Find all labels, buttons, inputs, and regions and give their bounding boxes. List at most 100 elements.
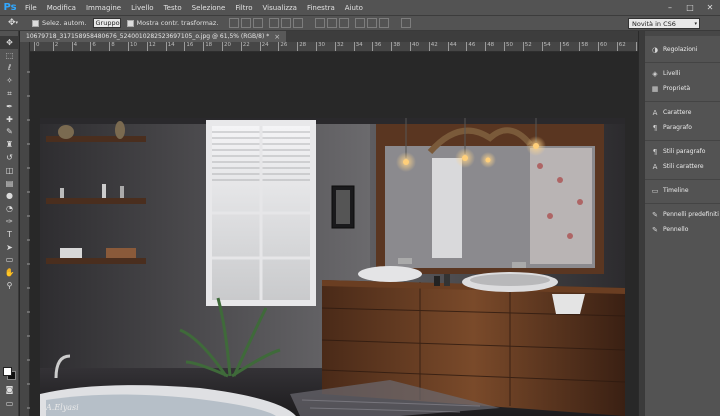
menu-aiuto[interactable]: Aiuto bbox=[340, 4, 368, 12]
paragraph-styles-icon: ¶ bbox=[652, 147, 658, 156]
ruler-label: 8 bbox=[111, 42, 115, 48]
dodge-tool-icon[interactable]: ◔ bbox=[0, 202, 19, 215]
ruler-tick bbox=[428, 42, 430, 51]
close-tab-icon[interactable]: × bbox=[274, 33, 280, 41]
menu-selezione[interactable]: Selezione bbox=[187, 4, 231, 12]
brush-tool-icon[interactable]: ✎ bbox=[0, 126, 19, 139]
lasso-tool-icon[interactable]: ℓ bbox=[0, 62, 19, 75]
ruler-label: 6 bbox=[92, 42, 96, 48]
ruler-label: 34 bbox=[355, 42, 363, 48]
align-top-button[interactable] bbox=[229, 18, 240, 28]
ruler-label: 32 bbox=[336, 42, 344, 48]
marquee-tool-icon[interactable]: ⬚ bbox=[0, 49, 19, 62]
workspace-value: Novità in CS6 bbox=[632, 19, 676, 28]
path-select-tool-icon[interactable]: ➤ bbox=[0, 241, 19, 254]
transform-controls-checkbox[interactable] bbox=[126, 19, 134, 27]
document-image[interactable]: A.Elyasi bbox=[40, 118, 625, 416]
timeline-icon: ▭ bbox=[651, 186, 659, 195]
menu-immagine[interactable]: Immagine bbox=[81, 4, 126, 12]
ruler-label: 2 bbox=[54, 42, 59, 48]
panel-label: Carattere bbox=[663, 109, 692, 116]
panel-paragraph-styles[interactable]: ¶ Stili paragrafo bbox=[645, 144, 720, 159]
pen-tool-icon[interactable]: ✑ bbox=[0, 215, 19, 228]
ruler-label: 24 bbox=[261, 42, 269, 48]
minimize-button[interactable]: – bbox=[660, 0, 680, 15]
move-tool-icon[interactable]: ✥ bbox=[0, 36, 19, 49]
menu-testo[interactable]: Testo bbox=[159, 4, 187, 12]
align-bottom-button[interactable] bbox=[253, 18, 264, 28]
chevron-down-icon: ▾ bbox=[694, 20, 697, 27]
properties-icon: ▦ bbox=[651, 84, 659, 93]
blur-tool-icon[interactable]: ● bbox=[0, 190, 19, 203]
brush-presets-icon: ✎ bbox=[652, 210, 658, 219]
panel-adjustments[interactable]: ◑ Regolazioni bbox=[645, 42, 720, 57]
align-hcenter-button[interactable] bbox=[281, 18, 292, 28]
close-button[interactable]: ✕ bbox=[700, 0, 720, 15]
align-left-button[interactable] bbox=[269, 18, 280, 28]
menu-file[interactable]: File bbox=[20, 4, 42, 12]
ruler-tick bbox=[184, 42, 186, 51]
auto-select-checkbox[interactable] bbox=[32, 19, 39, 27]
ruler-label: 20 bbox=[224, 42, 231, 48]
type-tool-icon[interactable]: T bbox=[0, 228, 19, 241]
panel-separator bbox=[645, 174, 720, 180]
panel-separator bbox=[645, 135, 720, 141]
ruler-label: 62 bbox=[618, 42, 626, 48]
history-brush-tool-icon[interactable]: ↺ bbox=[0, 151, 19, 164]
panel-brush-presets[interactable]: ✎ Pennelli predefiniti bbox=[645, 207, 720, 222]
menu-visualizza[interactable]: Visualizza bbox=[257, 4, 301, 12]
vertical-ruler[interactable] bbox=[20, 42, 30, 416]
panel-timeline[interactable]: ▭ Timeline bbox=[645, 183, 720, 198]
panel-properties[interactable]: ▦ Proprietà bbox=[645, 81, 720, 96]
workspace-dropdown[interactable]: Novità in CS6 ▾ bbox=[628, 18, 700, 29]
ruler-tick bbox=[297, 42, 299, 51]
panel-label: Pennello bbox=[663, 226, 689, 233]
distribute-left-button[interactable] bbox=[355, 18, 366, 28]
distribute-top-button[interactable] bbox=[315, 18, 326, 28]
align-right-button[interactable] bbox=[293, 18, 304, 28]
menu-filtro[interactable]: Filtro bbox=[230, 4, 257, 12]
auto-select-dropdown[interactable]: Gruppo bbox=[92, 18, 121, 28]
panel-brush[interactable]: ✎ Pennello bbox=[645, 222, 720, 237]
distribute-bottom-button[interactable] bbox=[339, 18, 350, 28]
ruler-label: 38 bbox=[393, 42, 401, 48]
distribute-hcenter-button[interactable] bbox=[367, 18, 378, 28]
foreground-color-swatch[interactable] bbox=[3, 367, 12, 376]
zoom-tool-icon[interactable]: ⚲ bbox=[0, 279, 19, 292]
distribute-right-button[interactable] bbox=[379, 18, 390, 28]
document-tab[interactable]: 10679718_317158958480676_524001028252369… bbox=[20, 31, 287, 42]
panel-character-styles[interactable]: A Stili carattere bbox=[645, 159, 720, 174]
quick-mask-icon[interactable]: ◙ bbox=[0, 383, 19, 396]
canvas-area[interactable]: A.Elyasi bbox=[31, 53, 638, 416]
crop-tool-icon[interactable]: ⌗ bbox=[0, 87, 19, 100]
horizontal-ruler[interactable]: 0 2 4 6 8 10 12 14 16 18 20 22 24 26 28 30 32 34 36 38 40 42 4… bbox=[30, 42, 638, 52]
panel-dock: ◑ Regolazioni ◈ Livelli ▦ Proprietà A Carattere… bbox=[644, 31, 720, 416]
ruler-tick bbox=[579, 42, 581, 51]
gradient-tool-icon[interactable]: ▤ bbox=[0, 177, 19, 190]
panel-label: Proprietà bbox=[663, 85, 691, 92]
hand-tool-icon[interactable]: ✋ bbox=[0, 266, 19, 279]
menu-modifica[interactable]: Modifica bbox=[42, 4, 81, 12]
eyedropper-tool-icon[interactable]: ✒ bbox=[0, 100, 19, 113]
panel-character[interactable]: A Carattere bbox=[645, 105, 720, 120]
move-tool-icon: ✥ bbox=[7, 18, 16, 28]
menu-livello[interactable]: Livello bbox=[126, 4, 158, 12]
healing-tool-icon[interactable]: ✚ bbox=[0, 113, 19, 126]
eraser-tool-icon[interactable]: ◫ bbox=[0, 164, 19, 177]
panel-layers[interactable]: ◈ Livelli bbox=[645, 66, 720, 81]
quick-select-tool-icon[interactable]: ✧ bbox=[0, 74, 19, 87]
maximize-button[interactable]: □ bbox=[680, 0, 700, 15]
screen-mode-icon[interactable]: ▭ bbox=[0, 397, 19, 410]
clone-stamp-tool-icon[interactable]: ♜ bbox=[0, 138, 19, 151]
ruler-tick bbox=[203, 42, 205, 51]
ruler-label: 18 bbox=[205, 42, 213, 48]
align-vcenter-button[interactable] bbox=[241, 18, 252, 28]
tool-preset-picker[interactable]: ✥ ▾ bbox=[0, 16, 26, 30]
panel-paragraph[interactable]: ¶ Paragrafo bbox=[645, 120, 720, 135]
menu-finestra[interactable]: Finestra bbox=[302, 4, 340, 12]
shape-tool-icon[interactable]: ▭ bbox=[0, 254, 19, 267]
ruler-tick bbox=[616, 42, 618, 51]
auto-align-button[interactable] bbox=[401, 18, 412, 28]
distribute-vcenter-button[interactable] bbox=[327, 18, 338, 28]
ruler-tick bbox=[598, 42, 599, 51]
